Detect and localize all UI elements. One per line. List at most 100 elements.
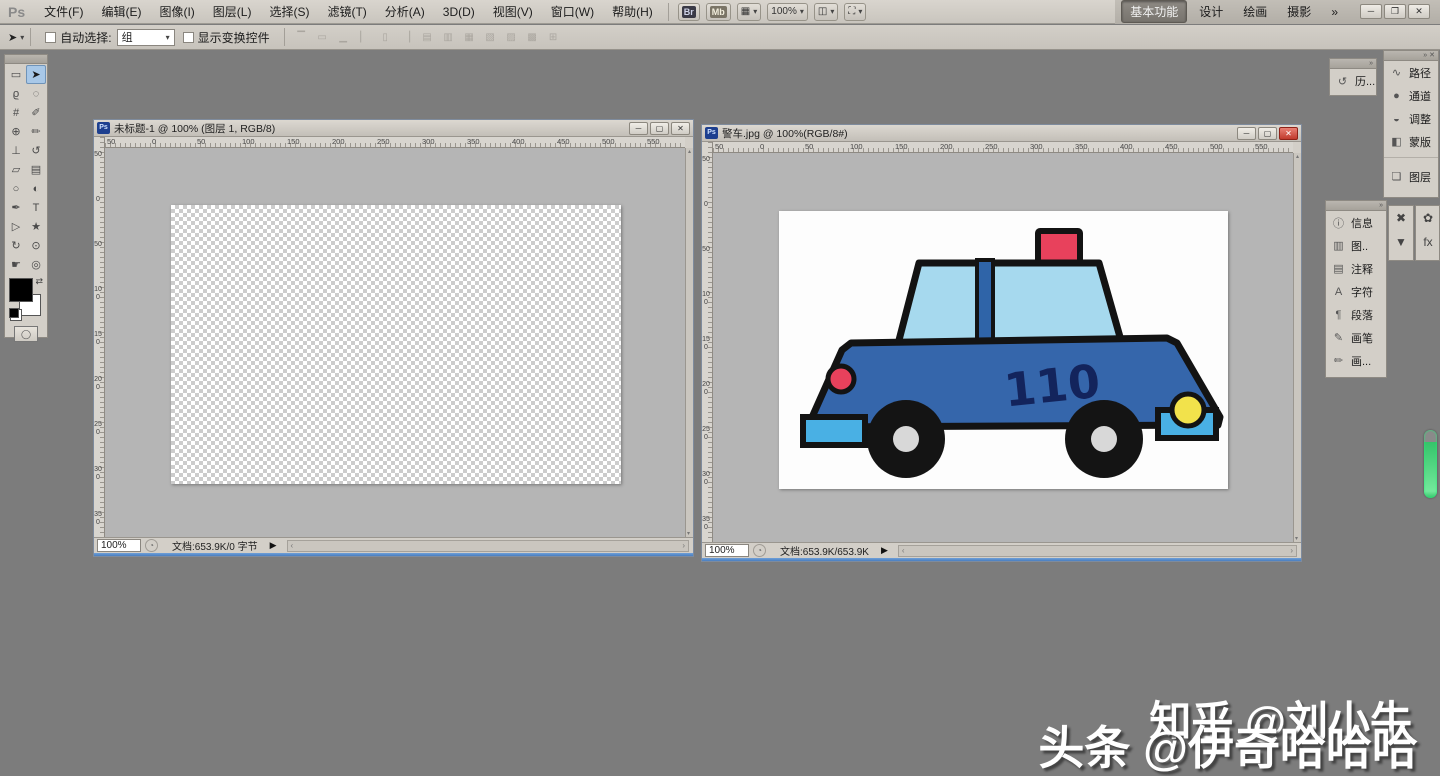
color-panel-icon[interactable]: ✿ [1416,206,1440,230]
eraser-tool[interactable]: ▱ [6,160,26,179]
clone-stamp-tool[interactable]: ⊥ [6,141,26,160]
green-scrollbar-thumb[interactable] [1424,430,1437,498]
minimize-button[interactable]: ─ [1237,127,1256,140]
close-button[interactable]: ✕ [671,122,690,135]
rectangular-marquee-tool[interactable]: ▭ [6,65,26,84]
zoom-tool[interactable]: ◎ [26,255,46,274]
zoom-level-button[interactable]: 100%▾ [767,3,808,21]
zoom-input[interactable]: 100% [705,544,749,557]
workspace-more-button[interactable]: » [1323,3,1346,21]
document-titlebar[interactable]: Ps 未标题-1 @ 100% (图层 1, RGB/8) ─ ▢ ✕ [94,120,693,137]
quick-mask-button[interactable]: ◯ [14,326,38,342]
crop-tool[interactable]: # [6,103,26,122]
view-extras-button[interactable]: ▦▾ [737,3,761,21]
align-hcenter-icon[interactable]: ▯ [377,30,394,45]
brush-panel[interactable]: ✎ 画笔 [1326,326,1386,349]
panel-header[interactable]: » [1326,201,1386,211]
default-colors-icon[interactable] [9,308,19,318]
canvas-area[interactable]: 110 [713,153,1293,542]
vertical-scrollbar[interactable]: ▴▾ [1293,153,1301,542]
close-button[interactable]: ✕ [1279,127,1298,140]
align-vcenter-icon[interactable]: ▭ [314,30,331,45]
align-right-icon[interactable]: ▕ [398,30,415,45]
gradient-tool[interactable]: ▤ [26,160,46,179]
align-left-icon[interactable]: ▏ [356,30,373,45]
transparent-document[interactable] [171,205,621,484]
custom-shape-tool[interactable]: ★ [26,217,46,236]
auto-select-dropdown[interactable]: 组 ▾ [117,29,175,46]
zoom-input[interactable]: 100% [97,539,141,552]
dodge-tool[interactable]: ◐ [26,179,46,198]
history-panel-tab[interactable]: » ↺ 历... [1329,58,1377,96]
canvas-area[interactable] [105,148,685,537]
spot-healing-brush-tool[interactable]: ⊕ [6,122,26,141]
3d-rotate-tool[interactable]: ↻ [6,236,26,255]
notes-panel[interactable]: ▤ 注释 [1326,257,1386,280]
3d-orbit-tool[interactable]: ⊙ [26,236,46,255]
horizontal-scrollbar[interactable]: ‹› [898,545,1297,557]
lasso-tool[interactable]: ϱ [6,84,26,103]
align-bottom-icon[interactable]: ▁ [335,30,352,45]
menu-item[interactable]: 帮助(H) [603,0,662,24]
status-menu-arrow[interactable]: ▶ [270,540,277,551]
masks-panel[interactable]: ◧ 蒙版 [1384,130,1438,153]
auto-align-icon[interactable]: ⊞ [545,30,562,45]
vertical-scrollbar[interactable]: ▴▾ [685,148,693,537]
move-tool[interactable]: ➤ [26,65,46,84]
info-panel[interactable]: ⓘ 信息 [1326,211,1386,234]
menu-item[interactable]: 选择(S) [260,0,318,24]
minimize-button[interactable]: ─ [629,122,648,135]
menu-item[interactable]: 图像(I) [150,0,203,24]
distribute-right-icon[interactable]: ▩ [524,30,541,45]
status-menu-arrow[interactable]: ▶ [881,545,888,556]
auto-select-checkbox[interactable] [45,32,56,43]
minimize-button[interactable]: ─ [1360,4,1382,19]
panel-header[interactable]: » ✕ [1384,51,1438,61]
hand-tool[interactable]: ☛ [6,255,26,274]
horizontal-scrollbar[interactable]: ‹› [287,540,689,552]
menu-item[interactable]: 滤镜(T) [318,0,375,24]
histogram-panel[interactable]: ▥ 图.. [1326,234,1386,257]
adjustments-panel[interactable]: ◒ 调整 [1384,107,1438,130]
distribute-left-icon[interactable]: ▧ [482,30,499,45]
current-tool-badge[interactable]: ➤ ▾ [8,31,24,44]
menu-item[interactable]: 窗口(W) [542,0,603,24]
menu-item[interactable]: 视图(V) [484,0,542,24]
history-brush-tool[interactable]: ↺ [26,141,46,160]
paths-panel[interactable]: ∿ 路径 [1384,61,1438,84]
path-selection-tool[interactable]: ▷ [6,217,26,236]
workspace-button[interactable]: 绘画 [1235,1,1275,22]
close-button[interactable]: ✕ [1408,4,1430,19]
align-top-icon[interactable]: ▔ [293,30,310,45]
maximize-button[interactable]: ▢ [1258,127,1277,140]
document-titlebar[interactable]: Ps 警车.jpg @ 100%(RGB/8#) ─ ▢ ✕ [702,125,1301,142]
restore-button[interactable]: ❐ [1384,4,1406,19]
swap-colors-icon[interactable]: ⇄ [35,276,43,287]
distribute-hcenter-icon[interactable]: ▨ [503,30,520,45]
clone-source-panel-icon[interactable]: ▼ [1389,230,1413,254]
menu-item[interactable]: 3D(D) [434,0,484,24]
menu-item[interactable]: 分析(A) [376,0,434,24]
styles-panel-icon[interactable]: fx [1416,230,1440,254]
character-panel[interactable]: A 字符 [1326,280,1386,303]
menu-item[interactable]: 文件(F) [35,0,92,24]
tool-presets-panel-icon[interactable]: ✖ [1389,206,1413,230]
workspace-essentials-button[interactable]: 基本功能 [1121,0,1187,23]
paragraph-panel[interactable]: ¶ 段落 [1326,303,1386,326]
tools-panel-header[interactable] [5,55,47,64]
police-car-image[interactable]: 110 [779,211,1228,489]
brush-presets-panel[interactable]: ✏ 画... [1326,349,1386,372]
quick-selection-tool[interactable]: ◌ [26,84,46,103]
workspace-button[interactable]: 设计 [1191,1,1231,22]
maximize-button[interactable]: ▢ [650,122,669,135]
workspace-button[interactable]: 摄影 [1279,1,1319,22]
screen-mode-button[interactable]: ⛶▾ [844,3,866,21]
brush-tool[interactable]: ✏ [26,122,46,141]
eyedropper-tool[interactable]: ✐ [26,103,46,122]
blur-tool[interactable]: ○ [6,179,26,198]
show-transform-checkbox[interactable] [183,32,194,43]
distribute-top-icon[interactable]: ▤ [419,30,436,45]
launch-bridge-button[interactable]: Br [678,3,700,21]
pen-tool[interactable]: ✒ [6,198,26,217]
arrange-documents-button[interactable]: ◫▾ [814,3,838,21]
